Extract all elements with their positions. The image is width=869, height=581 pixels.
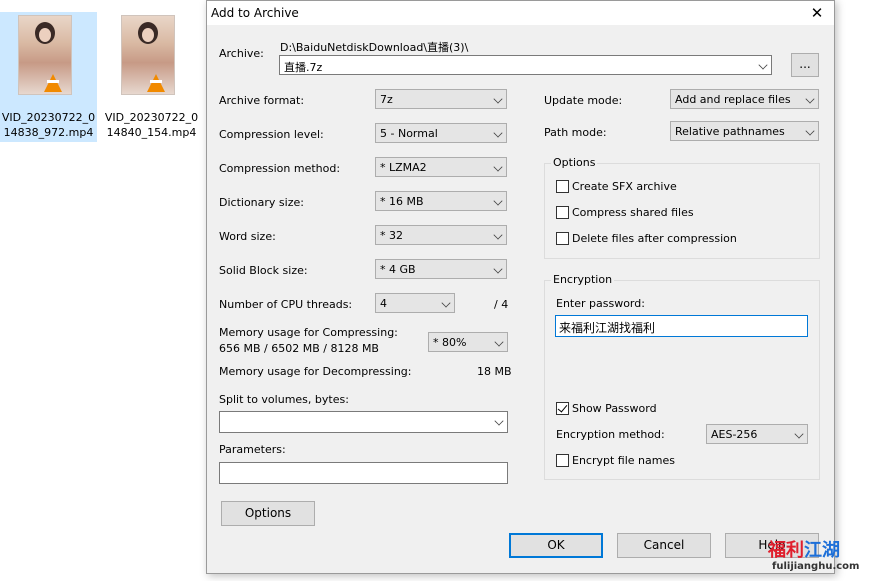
watermark-url: fulijianghu.com bbox=[772, 561, 860, 572]
compression-method-select[interactable]: * LZMA2 bbox=[375, 157, 507, 177]
add-to-archive-dialog: Add to Archive ✕ Archive: D:\BaiduNetdis… bbox=[206, 0, 835, 574]
close-icon[interactable]: ✕ bbox=[806, 3, 828, 23]
cpu-threads-value: 4 bbox=[380, 297, 387, 310]
dialog-title: Add to Archive bbox=[211, 6, 299, 20]
cpu-threads-select[interactable]: 4 bbox=[375, 293, 455, 313]
split-volumes-combo[interactable] bbox=[219, 411, 508, 433]
password-value: 来福利江湖找福利 bbox=[559, 321, 656, 335]
compress-shared-checkbox[interactable] bbox=[556, 206, 569, 219]
password-input[interactable]: 来福利江湖找福利 bbox=[555, 315, 808, 337]
chevron-down-icon bbox=[493, 128, 503, 138]
chevron-down-icon bbox=[805, 126, 815, 136]
memory-compress-values: 656 MB / 6502 MB / 8128 MB bbox=[219, 342, 379, 355]
show-password-checkbox[interactable] bbox=[556, 402, 569, 415]
compression-level-label: Compression level: bbox=[219, 128, 324, 141]
encryption-method-value: AES-256 bbox=[711, 428, 758, 441]
encryption-method-select[interactable]: AES-256 bbox=[706, 424, 808, 444]
split-volumes-label: Split to volumes, bytes: bbox=[219, 393, 349, 406]
memory-percent-value: * 80% bbox=[433, 336, 467, 349]
dictionary-size-label: Dictionary size: bbox=[219, 196, 304, 209]
memory-compress-label: Memory usage for Compressing: bbox=[219, 326, 398, 339]
parameters-input[interactable] bbox=[219, 462, 508, 484]
update-mode-label: Update mode: bbox=[544, 94, 623, 107]
dictionary-size-value: * 16 MB bbox=[380, 195, 424, 208]
encrypt-names-label: Encrypt file names bbox=[572, 454, 675, 467]
update-mode-select[interactable]: Add and replace files bbox=[670, 89, 819, 109]
word-size-select[interactable]: * 32 bbox=[375, 225, 507, 245]
path-mode-value: Relative pathnames bbox=[675, 125, 785, 138]
file-name: VID_20230722_014838_972.mp4 bbox=[1, 111, 96, 139]
archive-format-label: Archive format: bbox=[219, 94, 305, 107]
password-label: Enter password: bbox=[556, 297, 645, 310]
vlc-cone-icon bbox=[147, 74, 165, 92]
memory-decompress-label: Memory usage for Decompressing: bbox=[219, 365, 412, 378]
cpu-threads-total: / 4 bbox=[494, 298, 509, 311]
chevron-down-icon bbox=[493, 94, 503, 104]
solid-block-label: Solid Block size: bbox=[219, 264, 308, 277]
chevron-down-icon bbox=[494, 337, 504, 347]
watermark-logo: 福利江湖 fulijianghu.com bbox=[766, 536, 869, 581]
watermark-blue-text: 江湖 bbox=[804, 540, 840, 561]
solid-block-select[interactable]: * 4 GB bbox=[375, 259, 507, 279]
chevron-down-icon bbox=[493, 264, 503, 274]
chevron-down-icon bbox=[493, 196, 503, 206]
word-size-value: * 32 bbox=[380, 229, 403, 242]
encrypt-names-checkbox[interactable] bbox=[556, 454, 569, 467]
cpu-threads-label: Number of CPU threads: bbox=[219, 298, 353, 311]
memory-decompress-value: 18 MB bbox=[477, 365, 512, 378]
compression-level-value: 5 - Normal bbox=[380, 127, 438, 140]
desktop-file-2[interactable]: VID_20230722_014840_154.mp4 bbox=[103, 12, 200, 142]
archive-format-select[interactable]: 7z bbox=[375, 89, 507, 109]
cancel-button[interactable]: Cancel bbox=[617, 533, 711, 558]
dictionary-size-select[interactable]: * 16 MB bbox=[375, 191, 507, 211]
create-sfx-label: Create SFX archive bbox=[572, 180, 677, 193]
chevron-down-icon bbox=[493, 162, 503, 172]
archive-name-value: 直播.7z bbox=[284, 61, 323, 74]
chevron-down-icon bbox=[493, 230, 503, 240]
file-name: VID_20230722_014840_154.mp4 bbox=[104, 111, 199, 139]
word-size-label: Word size: bbox=[219, 230, 276, 243]
options-button[interactable]: Options bbox=[221, 501, 315, 526]
solid-block-value: * 4 GB bbox=[380, 263, 416, 276]
encryption-method-label: Encryption method: bbox=[556, 428, 665, 441]
compress-shared-label: Compress shared files bbox=[572, 206, 694, 219]
archive-format-value: 7z bbox=[380, 93, 393, 106]
create-sfx-checkbox[interactable] bbox=[556, 180, 569, 193]
show-password-label: Show Password bbox=[572, 402, 657, 415]
chevron-down-icon bbox=[758, 60, 768, 70]
chevron-down-icon bbox=[805, 94, 815, 104]
compression-method-label: Compression method: bbox=[219, 162, 341, 175]
chevron-down-icon bbox=[794, 429, 804, 439]
options-group-title: Options bbox=[551, 156, 598, 169]
vlc-cone-icon bbox=[44, 74, 62, 92]
delete-after-checkbox[interactable] bbox=[556, 232, 569, 245]
ok-button[interactable]: OK bbox=[509, 533, 603, 558]
title-bar[interactable]: Add to Archive ✕ bbox=[207, 1, 834, 25]
watermark-red-text: 福利 bbox=[768, 540, 804, 561]
memory-percent-select[interactable]: * 80% bbox=[428, 332, 508, 352]
compression-level-select[interactable]: 5 - Normal bbox=[375, 123, 507, 143]
encryption-group-title: Encryption bbox=[551, 273, 615, 286]
path-mode-label: Path mode: bbox=[544, 126, 607, 139]
delete-after-label: Delete files after compression bbox=[572, 232, 737, 245]
encryption-group: Encryption bbox=[544, 273, 820, 480]
watermark-text: 福利江湖 bbox=[768, 536, 840, 562]
archive-label: Archive: bbox=[219, 47, 264, 60]
browse-button[interactable]: ... bbox=[791, 53, 819, 77]
update-mode-value: Add and replace files bbox=[675, 93, 791, 106]
desktop-file-1[interactable]: VID_20230722_014838_972.mp4 bbox=[0, 12, 97, 142]
compression-method-value: * LZMA2 bbox=[380, 161, 427, 174]
chevron-down-icon bbox=[494, 416, 504, 426]
archive-path: D:\BaiduNetdiskDownload\直播(3)\ bbox=[280, 41, 469, 54]
archive-name-combo[interactable]: 直播.7z bbox=[279, 55, 772, 75]
chevron-down-icon bbox=[441, 298, 451, 308]
path-mode-select[interactable]: Relative pathnames bbox=[670, 121, 819, 141]
parameters-label: Parameters: bbox=[219, 443, 286, 456]
